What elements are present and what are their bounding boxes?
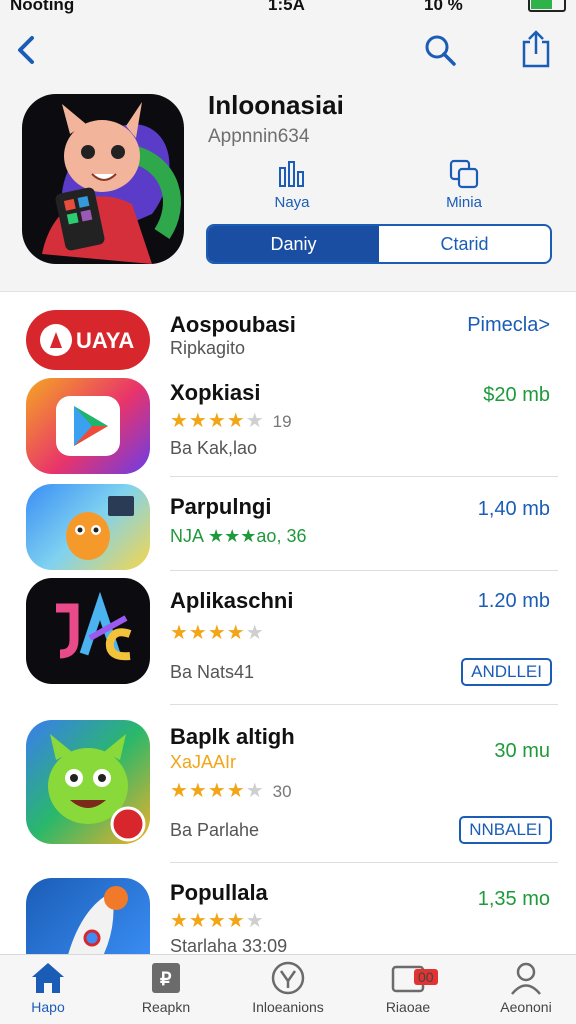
app-icon — [26, 484, 150, 570]
get-button[interactable]: ANDLLEI — [461, 658, 552, 686]
status-bar: Nooting 1:5A 10 % — [0, 0, 576, 18]
app-title: Inloonasiai — [208, 90, 344, 120]
star-rating: ★★★★★ 19 — [170, 410, 292, 432]
app-price[interactable]: 1,35 mo — [478, 888, 550, 911]
chart-icon — [279, 161, 304, 187]
tab-label: Riaoae — [385, 999, 431, 1015]
updates-badge: 00 — [414, 969, 438, 985]
app-subtitle: Ba Nats41 — [170, 662, 255, 682]
tab-bar: Hapo ₽ Reapkn Inloeanions 00 Riaoae Aeon… — [0, 954, 576, 1024]
app-icon — [26, 878, 150, 962]
battery-icon — [528, 0, 566, 12]
app-name: Baplk altigh — [170, 724, 295, 749]
tab-bookmarks[interactable]: ₽ Reapkn — [110, 961, 222, 1015]
home-icon — [32, 963, 64, 993]
app-header: Inloonasiai Appnnin634 Naya Minia Daniy … — [0, 18, 576, 292]
share-icon[interactable] — [520, 28, 552, 70]
app-price[interactable]: 1,40 mb — [478, 498, 550, 521]
meta-item-copy[interactable]: Minia — [424, 158, 504, 211]
app-price: 30 mu — [494, 740, 550, 762]
tab-explore[interactable]: Inloeanions — [232, 961, 344, 1015]
star-rating: ★★★★★ — [170, 910, 265, 932]
app-icon — [26, 378, 150, 474]
search-icon[interactable] — [422, 32, 458, 68]
divider — [170, 570, 558, 571]
star-rating: ★★★★★ 30 — [170, 780, 292, 802]
svg-text:UAYA: UAYA — [76, 328, 134, 353]
segment-daily[interactable]: Daniy — [208, 226, 379, 262]
svg-text:₽: ₽ — [160, 969, 172, 989]
divider — [170, 862, 558, 863]
app-price[interactable]: $20 mb — [483, 384, 550, 407]
app-price: 1.20 mb — [477, 590, 550, 612]
app-subtitle: Appnnin634 — [208, 126, 310, 147]
app-name: Aospoubasi — [170, 312, 296, 337]
tab-home[interactable]: Hapo — [0, 961, 104, 1015]
segment-charts[interactable]: Ctarid — [379, 226, 550, 262]
battery-percent: 10 % — [424, 0, 463, 14]
carrier-label: Nooting — [10, 0, 75, 14]
app-subtitle: Ba Kak,lao — [170, 438, 258, 458]
tab-label: Inloeanions — [252, 999, 324, 1015]
meta-item-chart[interactable]: Naya — [252, 158, 332, 211]
app-subtitle: Ripkagito — [170, 338, 246, 358]
app-icon: UAYA — [26, 310, 150, 370]
clock: 1:5A — [268, 0, 305, 14]
segmented-control: Daniy Ctarid — [206, 224, 552, 264]
app-subtitle: Ba Parlahe — [170, 820, 260, 840]
meta-label: Minia — [446, 194, 482, 211]
app-name: Xopkiasi — [170, 380, 261, 405]
app-icon — [26, 720, 150, 844]
profile-icon — [511, 962, 541, 995]
chevron-left-icon[interactable] — [14, 32, 40, 68]
app-tagline: XaJAAIr — [170, 752, 237, 772]
app-rating-line: NJA ★★​★ao, 36 — [170, 526, 307, 546]
app-name: Popullala — [170, 880, 268, 905]
divider — [170, 704, 558, 705]
compass-icon — [271, 961, 305, 995]
tab-updates[interactable]: 00 Riaoae — [352, 961, 464, 1015]
tab-profile[interactable]: Aeononi — [470, 961, 576, 1015]
app-name: Parpulngi — [170, 494, 272, 519]
rating-count: 19 — [272, 412, 292, 431]
app-name: Aplikaschni — [170, 588, 294, 613]
meta-label: Naya — [274, 194, 310, 211]
tab-label: Reapkn — [141, 999, 191, 1015]
divider — [170, 476, 558, 477]
featured-app-icon[interactable] — [22, 94, 184, 264]
get-button[interactable]: NNBALEI — [459, 816, 552, 844]
tab-label: Hapo — [31, 999, 65, 1015]
app-price[interactable]: Pimecla> — [467, 314, 550, 337]
rating-count: 30 — [272, 782, 292, 801]
bookmark-icon: ₽ — [152, 963, 180, 993]
copy-icon — [449, 159, 479, 189]
tab-label: Aeononi — [500, 999, 552, 1015]
app-icon — [26, 578, 150, 684]
star-rating: ★★★★★ — [170, 622, 265, 644]
